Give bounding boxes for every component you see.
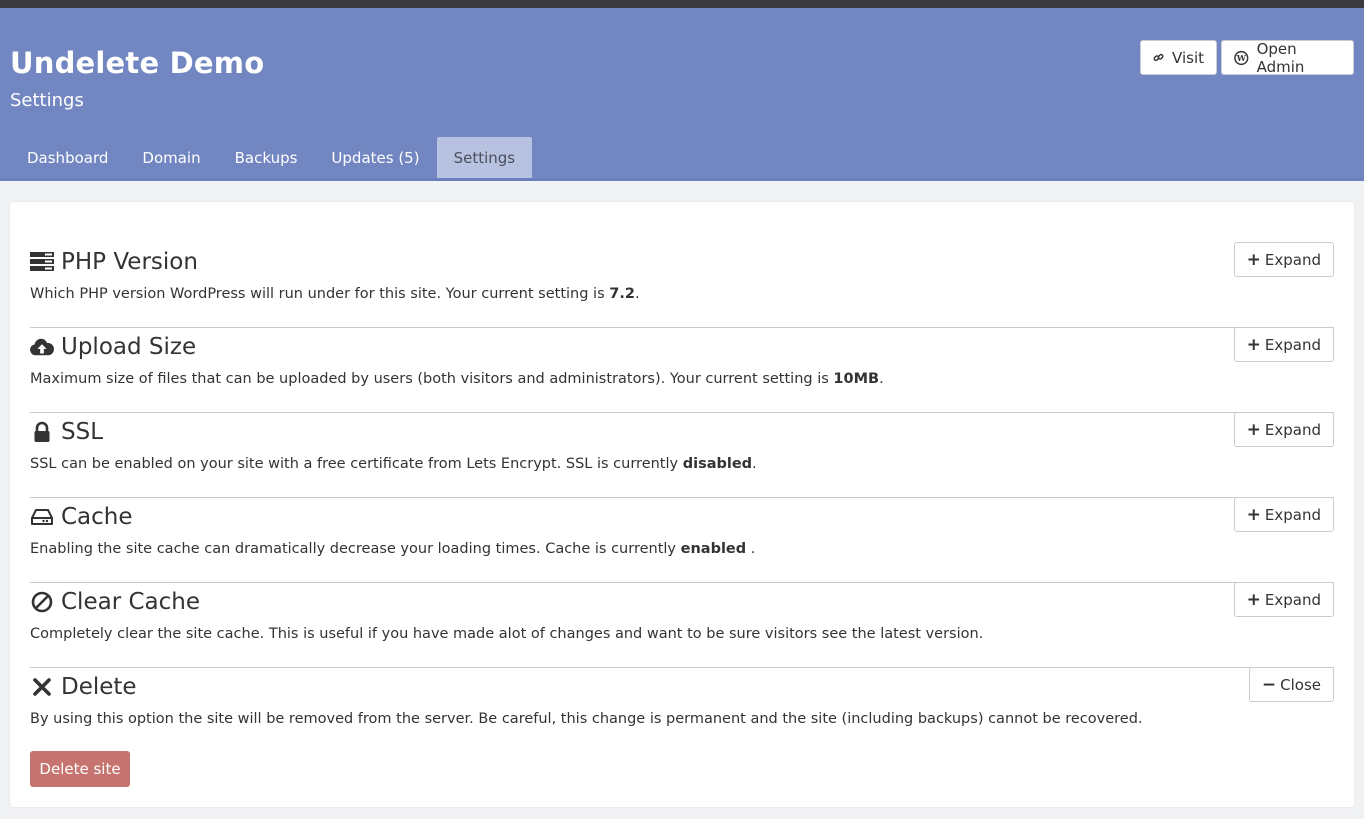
site-title: Undelete Demo [10, 46, 265, 80]
clear-cache-section: Clear Cache Completely clear the site ca… [30, 582, 1334, 668]
section-title: Cache [61, 504, 133, 530]
ssl-section: SSL SSL can be enabled on your site with… [30, 412, 1334, 498]
expand-button[interactable]: + Expand [1233, 412, 1334, 447]
section-title: PHP Version [61, 249, 198, 275]
tab-updates[interactable]: Updates (5) [314, 137, 436, 178]
visit-label: Visit [1172, 48, 1204, 67]
section-title: Clear Cache [61, 589, 200, 615]
section-description: Maximum size of files that can be upload… [30, 371, 884, 387]
cloud-upload-icon [30, 335, 54, 359]
section-title: SSL [61, 419, 104, 445]
lock-icon [30, 420, 54, 444]
open-admin-button[interactable]: W Open Admin [1221, 39, 1354, 76]
tab-settings[interactable]: Settings [436, 137, 533, 178]
top-bar [0, 0, 1364, 8]
settings-card: PHP Version Which PHP version WordPress … [10, 202, 1354, 807]
section-title: Upload Size [61, 334, 197, 360]
section-description: SSL can be enabled on your site with a f… [30, 456, 757, 472]
plus-icon: + [1246, 419, 1261, 440]
php-version-section: PHP Version Which PHP version WordPress … [30, 242, 1334, 328]
close-button[interactable]: − Close [1248, 667, 1334, 702]
section-description: Enabling the site cache can dramatically… [30, 541, 756, 557]
current-value: 7.2 [609, 286, 635, 302]
page-header: Undelete Demo Settings Visit W Open Admi… [0, 8, 1364, 181]
cache-section: Cache Enabling the site cache can dramat… [30, 497, 1334, 583]
nav-tabs: Dashboard Domain Backups Updates (5) Set… [10, 137, 533, 178]
wordpress-icon: W [1234, 50, 1249, 65]
expand-button[interactable]: + Expand [1233, 497, 1334, 532]
times-icon [30, 675, 54, 699]
current-value: 10MB [833, 371, 880, 387]
expand-button[interactable]: + Expand [1233, 582, 1334, 617]
expand-button[interactable]: + Expand [1233, 327, 1334, 362]
visit-button[interactable]: Visit [1140, 40, 1217, 75]
section-description: Which PHP version WordPress will run und… [30, 286, 640, 302]
svg-text:W: W [1236, 53, 1247, 63]
plus-icon: + [1246, 589, 1261, 610]
delete-site-button[interactable]: Delete site [30, 751, 130, 787]
link-icon [1153, 53, 1164, 62]
page-subtitle: Settings [10, 90, 84, 111]
plus-icon: + [1246, 249, 1261, 270]
plus-icon: + [1246, 334, 1261, 355]
plus-icon: + [1246, 504, 1261, 525]
minus-icon: − [1261, 674, 1277, 695]
section-description: Completely clear the site cache. This is… [30, 626, 984, 642]
tab-domain[interactable]: Domain [125, 137, 217, 178]
tab-dashboard[interactable]: Dashboard [10, 137, 125, 178]
section-title: Delete [61, 674, 137, 700]
ban-icon [30, 590, 54, 614]
open-admin-label: Open Admin [1256, 39, 1305, 76]
hard-drive-icon [30, 505, 54, 529]
upload-size-section: Upload Size Maximum size of files that c… [30, 327, 1334, 413]
tab-backups[interactable]: Backups [218, 137, 315, 178]
section-description: By using this option the site will be re… [30, 711, 1143, 727]
server-icon [30, 250, 54, 274]
current-value: disabled [682, 456, 753, 472]
current-value: enabled [680, 541, 747, 557]
expand-button[interactable]: + Expand [1233, 242, 1334, 277]
delete-section: Delete By using this option the site wil… [30, 667, 1334, 752]
